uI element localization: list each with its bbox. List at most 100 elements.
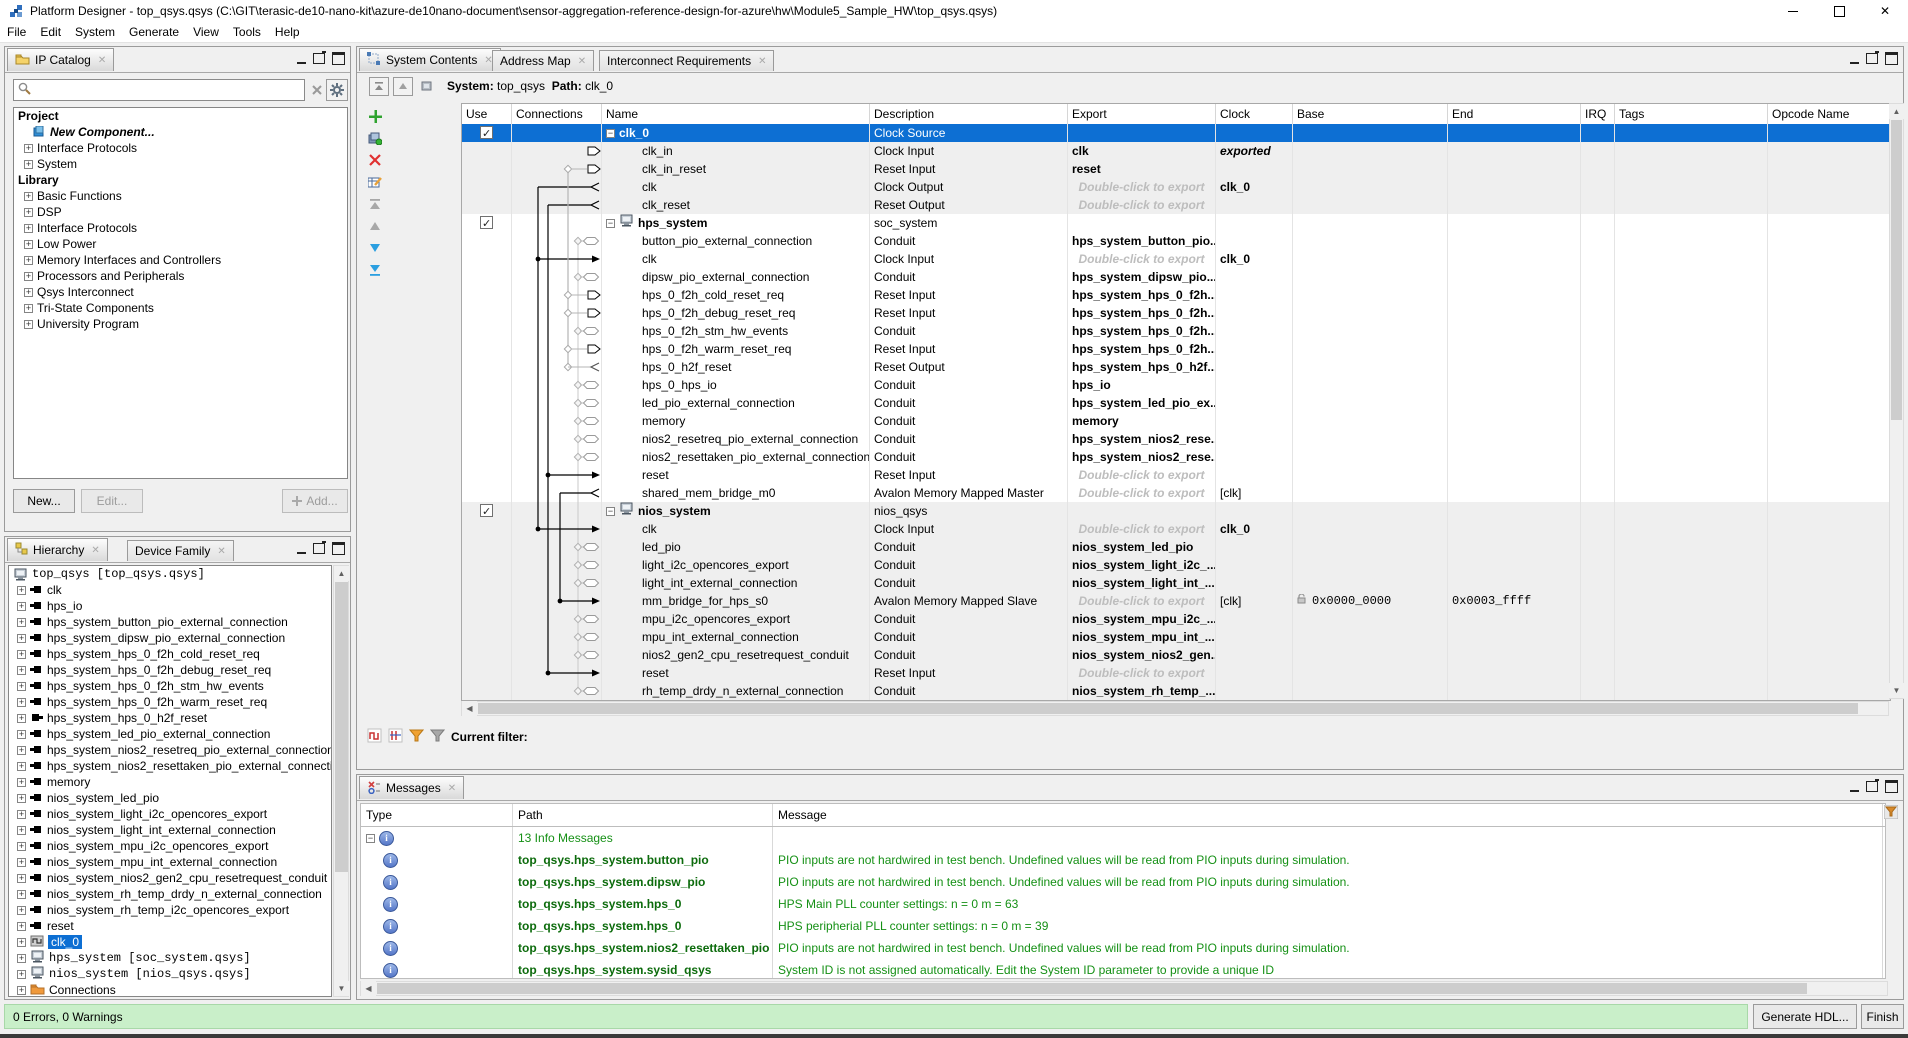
edit-button[interactable]: Edit... — [81, 489, 143, 513]
expand-icon[interactable]: + — [17, 986, 26, 995]
panel-minimize-icon[interactable] — [297, 62, 306, 64]
collapse-icon[interactable]: − — [366, 834, 375, 843]
expand-icon[interactable]: + — [17, 746, 26, 755]
expand-icon[interactable]: + — [17, 858, 26, 867]
ip-tree-item[interactable]: +University Program — [14, 316, 347, 332]
ip-tree-item[interactable]: +Tri-State Components — [14, 300, 347, 316]
component-icon[interactable] — [417, 77, 437, 96]
expand-icon[interactable]: + — [24, 224, 33, 233]
table-row-clk[interactable]: clkClock InputDouble-click to exportclk_… — [462, 250, 1890, 268]
table-row-hps_0_f2h_debug_reset_req[interactable]: hps_0_f2h_debug_reset_reqReset Inputhps_… — [462, 304, 1890, 322]
expand-icon[interactable]: + — [17, 618, 26, 627]
ip-tree-item[interactable]: +Interface Protocols — [14, 140, 347, 156]
use-checkbox[interactable] — [480, 216, 493, 229]
hierarchy-item-hps_system[interactable]: +hps_system [soc_system.qsys] — [9, 950, 331, 966]
hierarchy-item-nios_system_rh_temp_i2c_opencores_export[interactable]: +nios_system_rh_temp_i2c_opencores_expor… — [9, 902, 331, 918]
column-header-clock[interactable]: Clock — [1216, 104, 1293, 124]
table-row-mm_bridge_for_hps_s0[interactable]: mm_bridge_for_hps_s0Avalon Memory Mapped… — [462, 592, 1890, 610]
hierarchy-item-clk_0[interactable]: +clk_0 — [9, 934, 331, 950]
expand-icon[interactable]: + — [17, 682, 26, 691]
panel-maximize-icon[interactable] — [332, 542, 345, 555]
hierarchy-item-hps_system_nios2_resetreq_pio_external_connection[interactable]: +hps_system_nios2_resetreq_pio_external_… — [9, 742, 331, 758]
message-row[interactable]: itop_qsys.hps_system.sysid_qsysSystem ID… — [361, 959, 1885, 979]
expand-icon[interactable]: + — [17, 666, 26, 675]
tab-address-map[interactable]: Address Map ✕ — [492, 50, 594, 71]
hierarchy-item-hps_system_hps_0_f2h_warm_reset_req[interactable]: +hps_system_hps_0_f2h_warm_reset_req — [9, 694, 331, 710]
hierarchy-item-hps_system_hps_0_f2h_cold_reset_req[interactable]: +hps_system_hps_0_f2h_cold_reset_req — [9, 646, 331, 662]
table-row-clk_0[interactable]: −clk_0Clock Source — [462, 124, 1890, 142]
expand-icon[interactable]: + — [17, 954, 26, 963]
panel-minimize-icon[interactable] — [1850, 62, 1859, 64]
table-row-clk_in[interactable]: clk_inClock Inputclkexported — [462, 142, 1890, 160]
add-component-button[interactable] — [365, 105, 385, 127]
hierarchy-item-hps_system_hps_0_f2h_stm_hw_events[interactable]: +hps_system_hps_0_f2h_stm_hw_events — [9, 678, 331, 694]
hierarchy-root[interactable]: top_qsys [top_qsys.qsys] — [9, 566, 331, 582]
expand-icon[interactable]: + — [17, 826, 26, 835]
table-row-clk_in_reset[interactable]: clk_in_resetReset Inputreset — [462, 160, 1890, 178]
hierarchy-item-hps_system_led_pio_external_connection[interactable]: +hps_system_led_pio_external_connection — [9, 726, 331, 742]
move-to-bottom-button[interactable] — [365, 259, 385, 281]
menu-file[interactable]: File — [0, 23, 33, 41]
panel-minimize-icon[interactable] — [297, 552, 306, 554]
move-up-button[interactable] — [393, 77, 413, 96]
table-row-hps_0_f2h_stm_hw_events[interactable]: hps_0_f2h_stm_hw_eventsConduithps_system… — [462, 322, 1890, 340]
panel-maximize-icon[interactable] — [1885, 780, 1898, 793]
expand-icon[interactable]: + — [17, 602, 26, 611]
messages-column-message[interactable]: Message — [773, 804, 1883, 826]
expand-icon[interactable]: + — [17, 586, 26, 595]
hierarchy-item-hps_system_hps_0_h2f_reset[interactable]: +hps_system_hps_0_h2f_reset — [9, 710, 331, 726]
ip-tree-item[interactable]: +Interface Protocols — [14, 220, 347, 236]
tab-close-icon[interactable]: ✕ — [217, 546, 225, 557]
column-header-name[interactable]: Name — [602, 104, 870, 124]
expand-icon[interactable]: + — [17, 922, 26, 931]
table-row-mpu_i2c_opencores_export[interactable]: mpu_i2c_opencores_exportConduitnios_syst… — [462, 610, 1890, 628]
table-row-clk[interactable]: clkClock InputDouble-click to exportclk_… — [462, 520, 1890, 538]
hierarchy-item-nios_system_led_pio[interactable]: +nios_system_led_pio — [9, 790, 331, 806]
use-checkbox[interactable] — [480, 504, 493, 517]
table-vscrollbar[interactable]: ▲ ▼ — [1889, 103, 1904, 699]
ip-tree-item[interactable]: +Low Power — [14, 236, 347, 252]
generate-hdl-button[interactable]: Generate HDL... — [1753, 1004, 1857, 1029]
panel-minimize-icon[interactable] — [1850, 790, 1859, 792]
expand-icon[interactable]: + — [24, 192, 33, 201]
hierarchy-item-hps_system_button_pio_external_connection[interactable]: +hps_system_button_pio_external_connecti… — [9, 614, 331, 630]
hierarchy-item-nios_system_mpu_i2c_opencores_export[interactable]: +nios_system_mpu_i2c_opencores_export — [9, 838, 331, 854]
ip-search-box[interactable] — [13, 79, 305, 101]
messages-filter-icon[interactable] — [1884, 805, 1898, 822]
table-row-reset[interactable]: resetReset InputDouble-click to export — [462, 664, 1890, 682]
menu-tools[interactable]: Tools — [226, 23, 268, 41]
scroll-up-icon[interactable]: ▲ — [1889, 104, 1904, 119]
expand-icon[interactable]: + — [17, 714, 26, 723]
menu-help[interactable]: Help — [268, 23, 307, 41]
move-up-button[interactable] — [365, 215, 385, 237]
tab-close-icon[interactable]: ✕ — [448, 783, 456, 794]
add-button[interactable]: Add... — [282, 489, 348, 513]
move-to-top-button[interactable] — [365, 193, 385, 215]
hierarchy-item-clk[interactable]: +clk — [9, 582, 331, 598]
clear-filter-funnel-icon[interactable] — [430, 729, 445, 746]
hierarchy-item-nios_system_light_int_external_connection[interactable]: +nios_system_light_int_external_connecti… — [9, 822, 331, 838]
show-signals-icon[interactable] — [367, 728, 382, 746]
tab-device-family[interactable]: Device Family ✕ — [127, 540, 234, 561]
scroll-left-icon[interactable]: ◀ — [462, 701, 477, 716]
ip-tree-item[interactable]: +Qsys Interconnect — [14, 284, 347, 300]
table-row-light_i2c_opencores_export[interactable]: light_i2c_opencores_exportConduitnios_sy… — [462, 556, 1890, 574]
expand-icon[interactable]: + — [17, 650, 26, 659]
table-hscrollbar[interactable]: ◀ — [461, 701, 1889, 716]
hierarchy-item-memory[interactable]: +memory — [9, 774, 331, 790]
table-row-light_int_external_connection[interactable]: light_int_external_connectionConduitnios… — [462, 574, 1890, 592]
search-input[interactable] — [34, 82, 304, 98]
expand-icon[interactable]: + — [17, 874, 26, 883]
table-row-led_pio_external_connection[interactable]: led_pio_external_connectionConduithps_sy… — [462, 394, 1890, 412]
column-header-base[interactable]: Base — [1293, 104, 1448, 124]
expand-icon[interactable]: + — [24, 320, 33, 329]
table-row-clk[interactable]: clkClock OutputDouble-click to exportclk… — [462, 178, 1890, 196]
hierarchy-item-hps_system_nios2_resettaken_pio_external_connection[interactable]: +hps_system_nios2_resettaken_pio_externa… — [9, 758, 331, 774]
expand-icon[interactable]: + — [17, 842, 26, 851]
ip-tree-item[interactable]: New Component... — [14, 124, 347, 140]
hierarchy-item-reset[interactable]: +reset — [9, 918, 331, 934]
expand-icon[interactable]: + — [17, 906, 26, 915]
use-checkbox[interactable] — [480, 126, 493, 139]
expand-icon[interactable]: + — [24, 304, 33, 313]
column-header-opcode-name[interactable]: Opcode Name — [1768, 104, 1890, 124]
